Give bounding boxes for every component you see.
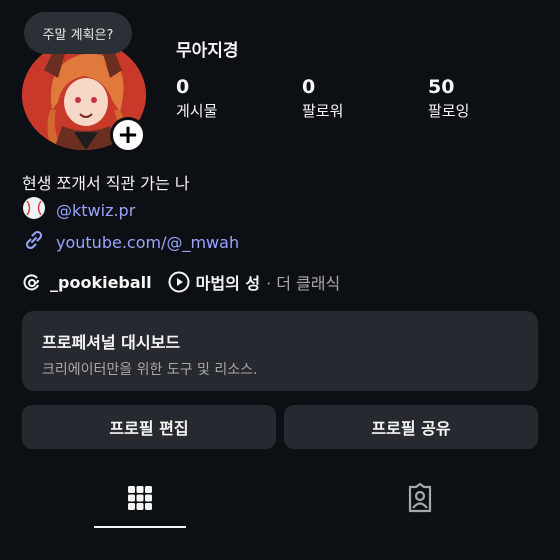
stat-followers-value: 0	[302, 76, 316, 98]
tab-grid[interactable]	[120, 478, 160, 522]
threads-handle[interactable]: _pookieball	[50, 273, 152, 292]
professional-dashboard-card[interactable]: 프로페셔널 대시보드 크리에이터만을 위한 도구 및 리소스.	[22, 311, 538, 391]
link-icon	[22, 228, 46, 256]
music-artist: · 더 클래식	[266, 274, 341, 293]
dashboard-subtitle: 크리에이터만을 위한 도구 및 리소스.	[42, 362, 258, 378]
tagged-icon	[404, 482, 436, 518]
note-bubble[interactable]: 주말 계획은?	[24, 12, 132, 54]
stat-followers-label: 팔로워	[302, 102, 344, 120]
active-tab-indicator	[94, 526, 186, 528]
dashboard-title: 프로페셔널 대시보드	[42, 333, 181, 352]
play-circle-icon[interactable]	[168, 271, 190, 293]
mention-text: @ktwiz.pr	[56, 200, 136, 220]
tab-tagged[interactable]	[400, 478, 440, 522]
baseball-icon	[22, 196, 46, 224]
stat-posts-label: 게시물	[176, 102, 218, 120]
plus-icon: +	[117, 120, 139, 150]
add-story-button[interactable]: +	[110, 117, 146, 153]
edit-profile-button[interactable]: 프로필 편집	[22, 405, 276, 449]
stat-following[interactable]: 50 팔로잉	[428, 76, 469, 121]
mention-link[interactable]: @ktwiz.pr	[22, 196, 135, 224]
external-link[interactable]: youtube.com/@_mwah	[22, 228, 239, 256]
stat-following-value: 50	[428, 76, 455, 98]
stat-following-label: 팔로잉	[428, 102, 470, 120]
stat-posts-value: 0	[176, 76, 190, 98]
threads-icon	[22, 272, 42, 292]
threads-music-row: _pookieball 마법의 성 · 더 클래식	[22, 270, 340, 294]
stat-followers[interactable]: 0 팔로워	[302, 76, 343, 121]
stat-posts[interactable]: 0 게시물	[176, 76, 217, 121]
share-profile-button[interactable]: 프로필 공유	[284, 405, 538, 449]
profile-username: 무아지경	[176, 41, 239, 61]
profile-bio: 현생 쪼개서 직관 가는 나	[22, 174, 190, 193]
music-title[interactable]: 마법의 성	[196, 270, 260, 294]
grid-icon	[127, 485, 153, 515]
link-text: youtube.com/@_mwah	[56, 232, 240, 252]
